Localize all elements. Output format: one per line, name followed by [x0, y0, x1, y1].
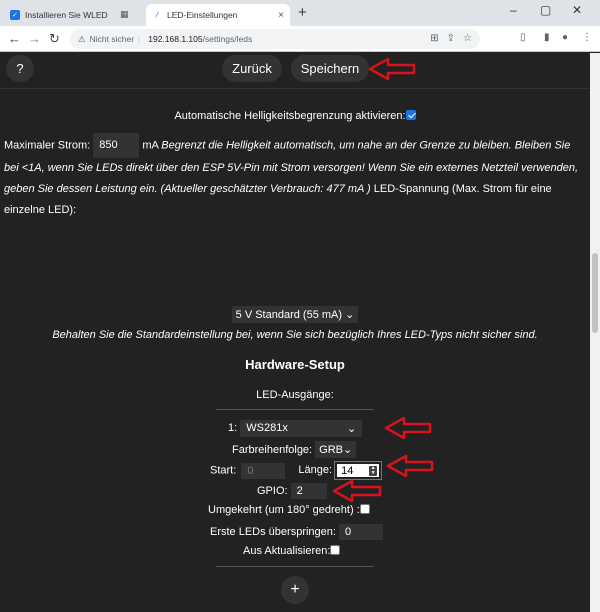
sidepanel-icon[interactable]: ▮: [544, 32, 550, 43]
voltage-note: Behalten Sie die Standardeinstellung bei…: [52, 329, 538, 341]
max-current-unit: mA: [142, 139, 159, 152]
divider: [216, 566, 374, 567]
length-label: Länge:: [298, 464, 333, 477]
gpio-label: GPIO:: [257, 484, 288, 497]
led-type-select[interactable]: WS281x ⌄: [240, 420, 363, 437]
page: ? Zurück Speichern Automatische Helligke…: [0, 53, 600, 612]
start-length-row: Start: 0 Länge: 14 ▲ ▼: [210, 461, 383, 480]
maximize-icon[interactable]: ▢: [540, 3, 551, 17]
max-current-label: Maximaler Strom:: [4, 139, 91, 152]
start-input[interactable]: 0: [241, 462, 286, 479]
output-index: 1:: [228, 422, 238, 434]
reversed-row: Umgekehrt (um 180° gedreht) :: [208, 504, 370, 516]
off-refresh-checkbox[interactable]: [330, 545, 341, 555]
extensions-icon[interactable]: ▯: [520, 32, 526, 43]
profile-avatar-icon[interactable]: ●: [562, 32, 568, 43]
skip-row: Erste LEDs überspringen: 0: [210, 524, 384, 540]
led-outputs-label: LED-Ausgänge:: [256, 389, 334, 401]
voltage-select-value: 5 V Standard (55 mA): [235, 309, 343, 321]
length-value: 14: [341, 465, 354, 477]
not-secure-label: Nicht sicher: [89, 34, 135, 44]
scrollbar[interactable]: [590, 53, 600, 612]
menu-dots-icon[interactable]: ⋮: [582, 32, 592, 43]
close-tab-icon[interactable]: ×: [278, 10, 284, 21]
off-refresh-row: Aus Aktualisieren:: [243, 545, 341, 557]
help-button[interactable]: ?: [6, 55, 34, 82]
share-icon[interactable]: ⇪: [447, 33, 455, 44]
tab-grid-icon[interactable]: ▦: [120, 9, 129, 20]
start-label: Start:: [210, 464, 237, 477]
auto-limit-row: Automatische Helligkeitsbegrenzung aktiv…: [0, 110, 590, 122]
skip-input[interactable]: 0: [339, 524, 384, 540]
url-path: /settings/leds: [202, 34, 253, 44]
address-bar: ← → ↻ ⚠ Nicht sicher | 192.168.1.105/set…: [0, 26, 600, 52]
gpio-input[interactable]: 2: [290, 483, 327, 499]
length-stepper[interactable]: 14 ▲ ▼: [334, 461, 383, 480]
auto-limit-checkbox[interactable]: [405, 110, 416, 120]
add-output-button[interactable]: +: [281, 576, 309, 604]
hardware-setup-title: Hardware-Setup: [245, 357, 345, 372]
divider: [216, 409, 374, 410]
chevron-down-icon: ⌄: [347, 423, 357, 435]
led-type-value: WS281x: [246, 422, 288, 434]
off-refresh-label: Aus Aktualisieren:: [243, 545, 331, 557]
top-navigation: ? Zurück Speichern: [0, 53, 590, 89]
save-button[interactable]: Speichern: [291, 55, 369, 82]
close-window-icon[interactable]: ✕: [572, 3, 582, 17]
voltage-select-row: 5 V Standard (55 mA) ⌄: [0, 306, 590, 323]
chevron-down-icon: ⌄: [343, 444, 353, 456]
annotation-arrow-icon: [384, 416, 432, 440]
tab-title: LED-Einstellungen: [167, 10, 238, 20]
warning-icon: ⚠: [78, 33, 86, 44]
wled-favicon-icon: ✓: [10, 10, 20, 20]
browser-tabstrip: ✓ Installieren Sie WLED ▦ ⁄ LED-Einstell…: [0, 0, 600, 26]
wled-favicon-icon: ⁄: [152, 10, 162, 20]
chevron-down-icon: ⌄: [345, 309, 355, 321]
auto-limit-label: Automatische Helligkeitsbegrenzung aktiv…: [174, 110, 406, 122]
annotation-arrow-icon: [368, 57, 416, 81]
stepper-arrows-icon[interactable]: ▲ ▼: [369, 466, 378, 476]
current-help-text-end: mA ): [344, 183, 371, 195]
color-order-row: Farbreihenfolge: GRB⌄: [232, 441, 357, 458]
color-order-value: GRB: [319, 444, 344, 456]
new-tab-icon[interactable]: +: [298, 4, 307, 21]
output-row: 1: WS281x ⌄: [228, 420, 363, 437]
reload-icon[interactable]: ↻: [49, 31, 60, 47]
back-button[interactable]: Zurück: [222, 55, 282, 82]
consumption-value: 477: [326, 183, 345, 195]
annotation-arrow-icon: [386, 454, 434, 478]
current-limit-paragraph: Maximaler Strom: 850 mA Begrenzt die Hel…: [4, 133, 588, 221]
back-icon[interactable]: ←: [8, 31, 21, 46]
skip-label: Erste LEDs überspringen:: [210, 525, 336, 538]
minimize-icon[interactable]: –: [510, 3, 517, 17]
gpio-row: GPIO: 2: [257, 483, 327, 499]
annotation-arrow-icon: [332, 479, 382, 503]
translate-icon[interactable]: ⊞: [430, 33, 438, 44]
reversed-label: Umgekehrt (um 180° gedreht) :: [208, 504, 360, 516]
color-order-label: Farbreihenfolge:: [232, 444, 313, 456]
bookmark-star-icon[interactable]: ☆: [463, 33, 472, 44]
url-host: 192.168.1.105: [148, 34, 203, 44]
settings-content: Automatische Helligkeitsbegrenzung aktiv…: [0, 90, 590, 612]
reversed-checkbox[interactable]: [359, 504, 370, 514]
scrollbar-thumb[interactable]: [592, 253, 598, 333]
voltage-select[interactable]: 5 V Standard (55 mA) ⌄: [231, 306, 359, 323]
url-input[interactable]: ⚠ Nicht sicher | 192.168.1.105/settings/…: [70, 29, 480, 49]
tab-led-settings[interactable]: ⁄ LED-Einstellungen ×: [146, 4, 290, 26]
color-order-select[interactable]: GRB⌄: [315, 441, 357, 458]
max-current-input[interactable]: 850: [93, 133, 140, 158]
url-text: 192.168.1.105/settings/leds: [148, 34, 252, 44]
forward-icon[interactable]: →: [28, 31, 41, 46]
